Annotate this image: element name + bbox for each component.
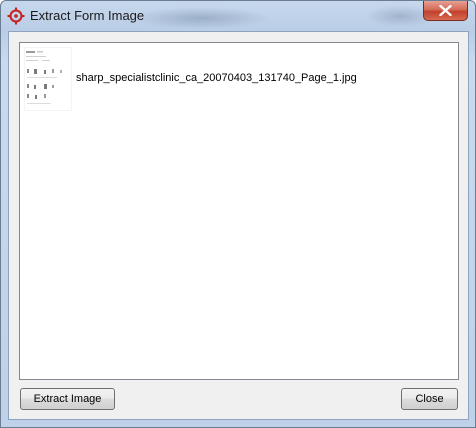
extract-image-button[interactable]: Extract Image xyxy=(20,388,115,410)
list-item-filename: sharp_specialistclinic_ca_20070403_13174… xyxy=(76,72,357,84)
document-page-thumbnail xyxy=(24,47,72,111)
list-item[interactable]: sharp_specialistclinic_ca_20070403_13174… xyxy=(24,47,444,111)
close-button[interactable]: Close xyxy=(401,388,458,410)
dialog-window: Extract Form Image sharp_specialistclini… xyxy=(0,0,476,428)
title-bar[interactable]: Extract Form Image xyxy=(1,1,475,31)
window-title: Extract Form Image xyxy=(30,8,145,23)
image-list[interactable]: sharp_specialistclinic_ca_20070403_13174… xyxy=(19,42,459,380)
dialog-body: sharp_specialistclinic_ca_20070403_13174… xyxy=(8,31,469,420)
target-crosshair-icon xyxy=(7,7,25,25)
window-close-button[interactable] xyxy=(423,1,468,21)
